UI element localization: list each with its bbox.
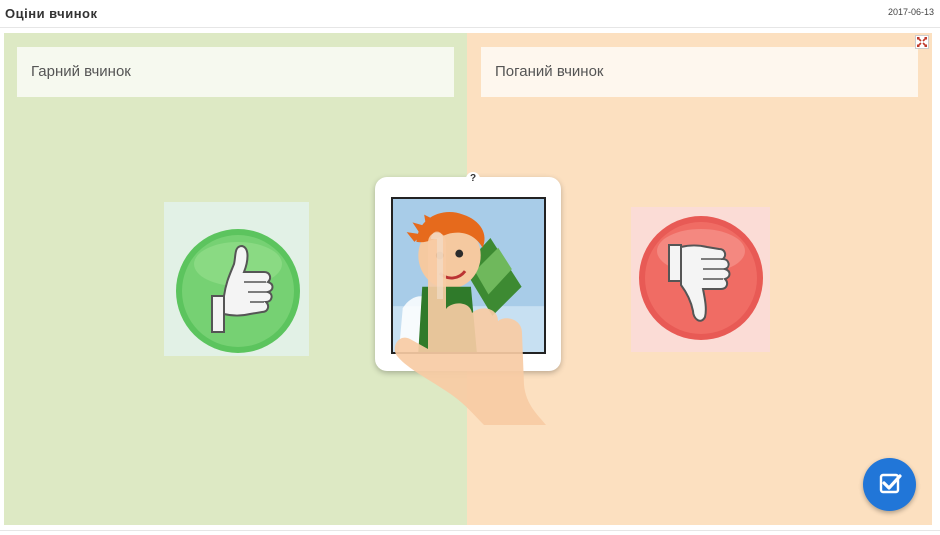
date-label: 2017-06-13	[887, 7, 934, 17]
check-icon	[879, 473, 902, 494]
check-answer-button[interactable]	[863, 458, 916, 511]
thumbs-up-icon	[164, 202, 309, 356]
draggable-card[interactable]	[375, 177, 561, 371]
page-title: Оціни вчинок	[5, 6, 98, 21]
boy-with-book-image	[391, 197, 546, 354]
good-deed-label: Гарний вчинок	[17, 47, 454, 97]
card-hint-badge: ?	[466, 172, 480, 186]
sorting-stage: Гарний вчинок Поганий вчинок ?	[4, 33, 932, 525]
header-bar: Оціни вчинок 2017-06-13	[0, 0, 940, 28]
bottom-divider	[0, 530, 940, 531]
thumbs-down-icon	[631, 207, 770, 352]
bad-deed-label: Поганий вчинок	[481, 47, 918, 97]
expand-icon[interactable]	[915, 35, 929, 49]
